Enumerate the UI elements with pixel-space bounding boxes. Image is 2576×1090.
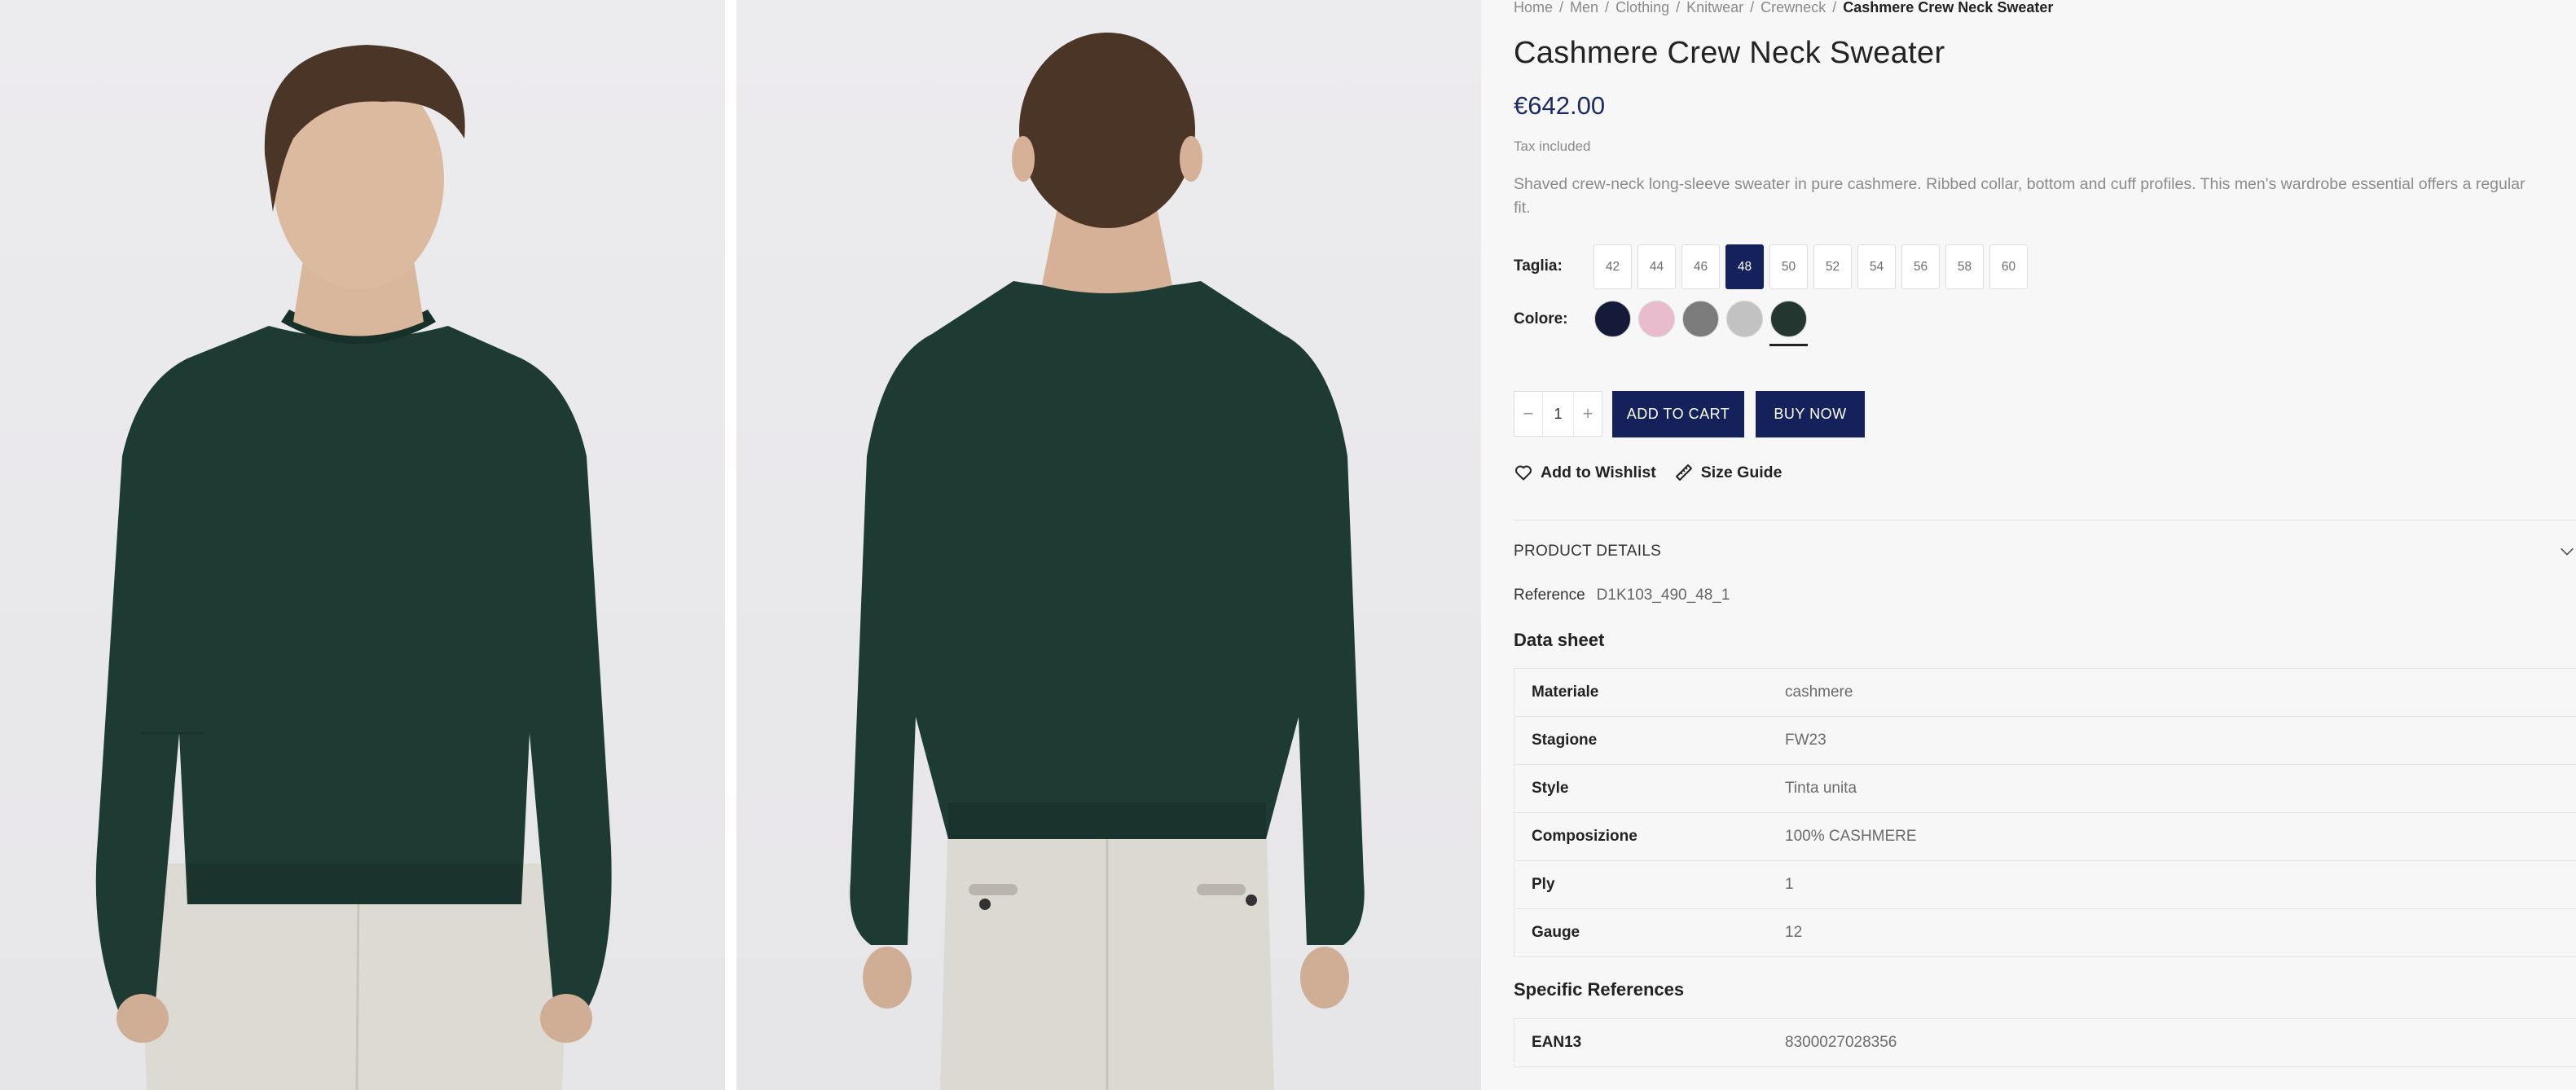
row-value: FW23 (1785, 732, 1826, 749)
product-details-heading: PRODUCT DETAILS (1514, 543, 1662, 560)
breadcrumb-crewneck[interactable]: Crewneck (1761, 0, 1826, 15)
row-value: 100% CASHMERE (1785, 828, 1917, 845)
color-swatch-fill (1594, 301, 1631, 337)
quantity-stepper: − 1 + (1514, 391, 1602, 437)
color-swatch-fill (1638, 301, 1675, 337)
breadcrumb: Home / Men / Clothing / Knitwear / Crewneck / Cash… (1514, 0, 2053, 15)
size-label: Taglia: (1514, 257, 1563, 275)
breadcrumb-current: Cashmere Crew Neck Sweater (1843, 0, 2054, 15)
table-row: Gauge 12 (1514, 909, 2576, 957)
size-guide-label: Size Guide (1700, 463, 1783, 481)
breadcrumb-separator: / (1832, 0, 1837, 15)
size-option-48[interactable]: 48 (1725, 244, 1764, 289)
color-label: Colore: (1514, 310, 1568, 327)
quantity-input[interactable]: 1 (1542, 392, 1574, 436)
color-swatch-navy[interactable] (1594, 301, 1632, 346)
specific-references-title: Specific References (1514, 979, 1685, 1000)
product-price: €642.00 (1514, 91, 1606, 120)
table-row: Style Tinta unita (1514, 765, 2576, 813)
size-option-50[interactable]: 50 (1769, 244, 1808, 289)
section-divider (1514, 520, 2576, 521)
color-swatch-light-grey[interactable] (1725, 301, 1764, 346)
size-option-42[interactable]: 42 (1594, 244, 1632, 289)
color-swatch-fill (1770, 301, 1807, 337)
row-key: Composizione (1532, 828, 1637, 845)
product-reference: Reference D1K103_490_48_1 (1514, 587, 1730, 604)
chevron-down-icon (2561, 547, 2574, 556)
table-row: Composizione 100% CASHMERE (1514, 813, 2576, 861)
color-swatch-grey[interactable] (1681, 301, 1720, 346)
row-key: Materiale (1532, 683, 1599, 701)
size-option-46[interactable]: 46 (1681, 244, 1720, 289)
breadcrumb-home[interactable]: Home (1514, 0, 1553, 15)
breadcrumb-separator: / (1559, 0, 1564, 15)
table-row: Stagione FW23 (1514, 717, 2576, 765)
breadcrumb-separator: / (1750, 0, 1755, 15)
product-details-toggle[interactable]: PRODUCT DETAILS (1514, 543, 2576, 562)
row-key: EAN13 (1532, 1034, 1582, 1051)
gallery-gap (725, 0, 736, 1090)
quantity-increase-button[interactable]: + (1574, 392, 1602, 436)
product-title: Cashmere Crew Neck Sweater (1514, 36, 1945, 70)
color-swatch-pink[interactable] (1637, 301, 1676, 346)
ruler-icon (1675, 464, 1692, 481)
row-value: cashmere (1785, 683, 1853, 701)
color-swatch-fill (1726, 301, 1763, 337)
heart-icon (1515, 465, 1532, 481)
buy-now-button[interactable]: BUY NOW (1756, 391, 1865, 437)
size-option-44[interactable]: 44 (1637, 244, 1676, 289)
product-gallery (0, 0, 1483, 1090)
row-value: 8300027028356 (1785, 1034, 1897, 1051)
product-image-back[interactable] (736, 0, 1481, 1090)
data-sheet-table: Materiale cashmere Stagione FW23 Style Tint… (1514, 668, 2576, 957)
color-swatch-green[interactable] (1769, 301, 1808, 346)
product-image-front[interactable] (0, 0, 725, 1090)
model-back-illustration (850, 33, 1365, 1090)
specific-references-table: EAN13 8300027028356 (1514, 1018, 2576, 1067)
table-row: Ply 1 (1514, 861, 2576, 909)
color-selector (1594, 301, 1808, 346)
breadcrumb-clothing[interactable]: Clothing (1615, 0, 1669, 15)
product-info-panel: Home / Men / Clothing / Knitwear / Crewneck / Cash… (1514, 0, 2576, 1090)
table-row: EAN13 8300027028356 (1514, 1019, 2576, 1067)
row-key: Ply (1532, 876, 1555, 893)
row-key: Gauge (1532, 924, 1580, 941)
row-key: Stagione (1532, 732, 1598, 749)
size-selector: 42 44 46 48 50 52 54 56 58 60 (1594, 244, 2028, 289)
product-actions: Add to Wishlist Size Guide (1514, 463, 1782, 482)
row-value: 12 (1785, 924, 1803, 941)
size-option-52[interactable]: 52 (1813, 244, 1852, 289)
row-key: Style (1532, 780, 1569, 797)
reference-value: D1K103_490_48_1 (1596, 587, 1730, 604)
row-value: Tinta unita (1785, 780, 1857, 797)
table-row: Materiale cashmere (1514, 669, 2576, 717)
add-to-wishlist-link[interactable]: Add to Wishlist (1514, 463, 1656, 482)
size-option-58[interactable]: 58 (1945, 244, 1984, 289)
color-swatch-fill (1682, 301, 1719, 337)
size-option-54[interactable]: 54 (1857, 244, 1896, 289)
breadcrumb-men[interactable]: Men (1570, 0, 1598, 15)
wishlist-label: Add to Wishlist (1541, 463, 1656, 481)
data-sheet-title: Data sheet (1514, 630, 1605, 650)
breadcrumb-separator: / (1676, 0, 1681, 15)
size-guide-link[interactable]: Size Guide (1674, 463, 1783, 482)
tax-note: Tax included (1514, 138, 1591, 154)
row-value: 1 (1785, 876, 1794, 893)
breadcrumb-knitwear[interactable]: Knitwear (1686, 0, 1743, 15)
size-option-60[interactable]: 60 (1989, 244, 2028, 289)
quantity-decrease-button[interactable]: − (1514, 392, 1542, 436)
reference-label: Reference (1514, 587, 1585, 604)
add-to-cart-button[interactable]: ADD TO CART (1612, 391, 1744, 437)
product-description: Shaved crew-neck long-sleeve sweater in … (1514, 175, 2525, 217)
breadcrumb-separator: / (1605, 0, 1610, 15)
model-front-illustration (95, 45, 612, 1090)
size-option-56[interactable]: 56 (1901, 244, 1940, 289)
